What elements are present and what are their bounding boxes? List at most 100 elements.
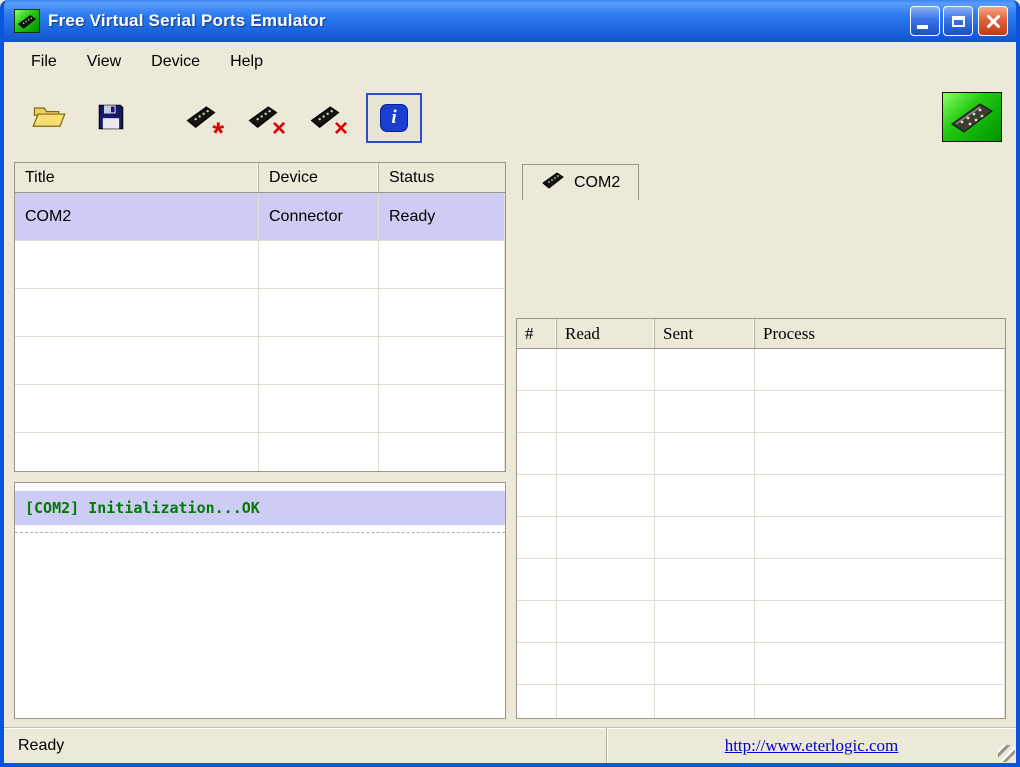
empty-cell — [259, 241, 379, 289]
empty-cell — [379, 289, 505, 337]
window-controls — [910, 6, 1008, 36]
column-header-device[interactable]: Device — [259, 163, 379, 192]
minimize-icon — [917, 25, 928, 29]
empty-cell — [655, 349, 755, 391]
empty-cell — [655, 685, 755, 718]
delete-all-x-badge: × — [333, 115, 348, 142]
empty-cell — [557, 475, 655, 517]
activity-table: # Read Sent Process — [516, 318, 1006, 719]
column-header-sent[interactable]: Sent — [655, 319, 755, 348]
delete-device-button[interactable]: × — [238, 93, 288, 143]
close-button[interactable] — [978, 6, 1008, 36]
empty-cell — [379, 433, 505, 471]
empty-cell — [15, 289, 259, 337]
empty-cell — [655, 559, 755, 601]
column-header-num[interactable]: # — [517, 319, 557, 348]
menu-file[interactable]: File — [16, 48, 72, 76]
maximize-button[interactable] — [943, 6, 973, 36]
column-header-read[interactable]: Read — [557, 319, 655, 348]
empty-cell — [517, 391, 557, 433]
devices-table: Title Device Status COM2 Connector Ready — [14, 162, 506, 472]
menu-view[interactable]: View — [72, 48, 136, 76]
info-icon: i — [380, 104, 408, 132]
menu-bar: File View Device Help — [4, 42, 1016, 82]
log-line: [COM2] Initialization...OK — [15, 491, 505, 525]
empty-cell — [655, 433, 755, 475]
tab-page — [516, 200, 1006, 318]
empty-cell — [755, 517, 1005, 559]
empty-cell — [517, 517, 557, 559]
empty-cell — [259, 337, 379, 385]
log-divider — [15, 532, 505, 533]
toolbar: * × × i — [4, 82, 1016, 154]
open-button[interactable] — [24, 93, 74, 143]
status-bar: Ready http://www.eterlogic.com — [4, 727, 1016, 763]
about-button[interactable]: i — [366, 93, 422, 143]
menu-device[interactable]: Device — [136, 48, 215, 76]
empty-cell — [755, 559, 1005, 601]
empty-cell — [557, 517, 655, 559]
empty-cell — [655, 517, 755, 559]
save-floppy-icon — [97, 103, 125, 134]
right-column: COM2 # Read Sent Process — [516, 162, 1006, 719]
empty-cell — [655, 643, 755, 685]
empty-cell — [557, 559, 655, 601]
tab-com2[interactable]: COM2 — [522, 164, 640, 200]
empty-cell — [379, 241, 505, 289]
empty-cell — [655, 601, 755, 643]
empty-cell — [755, 643, 1005, 685]
empty-cell — [379, 337, 505, 385]
empty-cell — [557, 685, 655, 718]
empty-cell — [259, 433, 379, 471]
serial-connector-icon — [942, 92, 1002, 142]
delete-all-devices-button[interactable]: × — [300, 93, 350, 143]
empty-cell — [557, 391, 655, 433]
empty-cell — [755, 601, 1005, 643]
column-header-process[interactable]: Process — [755, 319, 1005, 348]
empty-cell — [379, 385, 505, 433]
titlebar[interactable]: Free Virtual Serial Ports Emulator — [4, 0, 1016, 42]
menu-help[interactable]: Help — [215, 48, 278, 76]
link-panel: http://www.eterlogic.com — [606, 728, 1016, 763]
empty-cell — [755, 391, 1005, 433]
empty-cell — [15, 385, 259, 433]
app-window: Free Virtual Serial Ports Emulator File … — [0, 0, 1020, 767]
empty-cell — [259, 289, 379, 337]
empty-cell — [655, 391, 755, 433]
left-column: Title Device Status COM2 Connector Ready… — [14, 162, 506, 719]
empty-cell — [15, 241, 259, 289]
tab-label: COM2 — [574, 173, 621, 191]
device-row-status[interactable]: Ready — [379, 193, 505, 241]
maximize-icon — [951, 15, 965, 27]
column-header-title[interactable]: Title — [15, 163, 259, 192]
save-button[interactable] — [86, 93, 136, 143]
empty-cell — [517, 685, 557, 718]
log-panel[interactable]: [COM2] Initialization...OK — [14, 482, 506, 719]
main-area: Title Device Status COM2 Connector Ready… — [4, 154, 1016, 727]
empty-cell — [755, 349, 1005, 391]
create-device-button[interactable]: * — [176, 93, 226, 149]
delete-x-badge: × — [271, 115, 286, 142]
device-row-title[interactable]: COM2 — [15, 193, 259, 241]
open-folder-icon — [32, 103, 66, 133]
app-icon — [14, 9, 40, 33]
create-star-badge: * — [212, 117, 224, 150]
devices-table-header: Title Device Status — [15, 163, 505, 193]
empty-cell — [517, 433, 557, 475]
empty-cell — [517, 559, 557, 601]
minimize-button[interactable] — [910, 6, 940, 36]
device-row-device[interactable]: Connector — [259, 193, 379, 241]
activity-table-header: # Read Sent Process — [517, 319, 1005, 349]
resize-grip[interactable] — [998, 745, 1015, 762]
tab-strip: COM2 — [516, 162, 1006, 200]
column-header-status[interactable]: Status — [379, 163, 505, 192]
tab-connector-icon — [541, 170, 565, 195]
empty-cell — [557, 643, 655, 685]
empty-cell — [259, 385, 379, 433]
empty-cell — [15, 433, 259, 471]
empty-cell — [517, 643, 557, 685]
empty-cell — [517, 601, 557, 643]
empty-cell — [755, 475, 1005, 517]
website-link[interactable]: http://www.eterlogic.com — [725, 736, 899, 756]
empty-cell — [15, 337, 259, 385]
